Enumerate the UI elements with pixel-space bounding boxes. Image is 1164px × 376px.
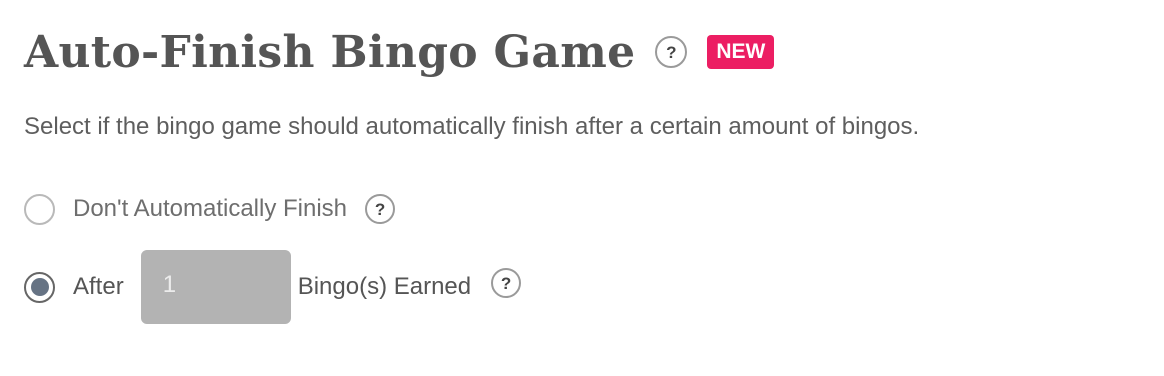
help-icon[interactable]: ? [655, 36, 688, 68]
option-label-dont-auto-finish[interactable]: Don't Automatically Finish [73, 195, 347, 223]
radio-after-bingos[interactable] [24, 271, 55, 303]
new-badge: NEW [707, 35, 775, 69]
bingo-count-input[interactable] [140, 250, 291, 324]
option-label-after[interactable]: After [73, 273, 124, 301]
option-after-bingos[interactable]: After Bingo(s) Earned ? [24, 250, 522, 324]
section-header: Auto-Finish Bingo Game ? NEW [24, 22, 775, 82]
section-description: Select if the bingo game should automati… [24, 113, 920, 140]
option-dont-auto-finish[interactable]: Don't Automatically Finish ? [24, 189, 396, 229]
help-icon[interactable]: ? [491, 268, 522, 298]
radio-dont-auto-finish[interactable] [24, 193, 55, 225]
help-icon[interactable]: ? [365, 194, 396, 224]
option-suffix-bingos-earned: Bingo(s) Earned [297, 273, 472, 300]
page-title: Auto-Finish Bingo Game [24, 26, 636, 78]
